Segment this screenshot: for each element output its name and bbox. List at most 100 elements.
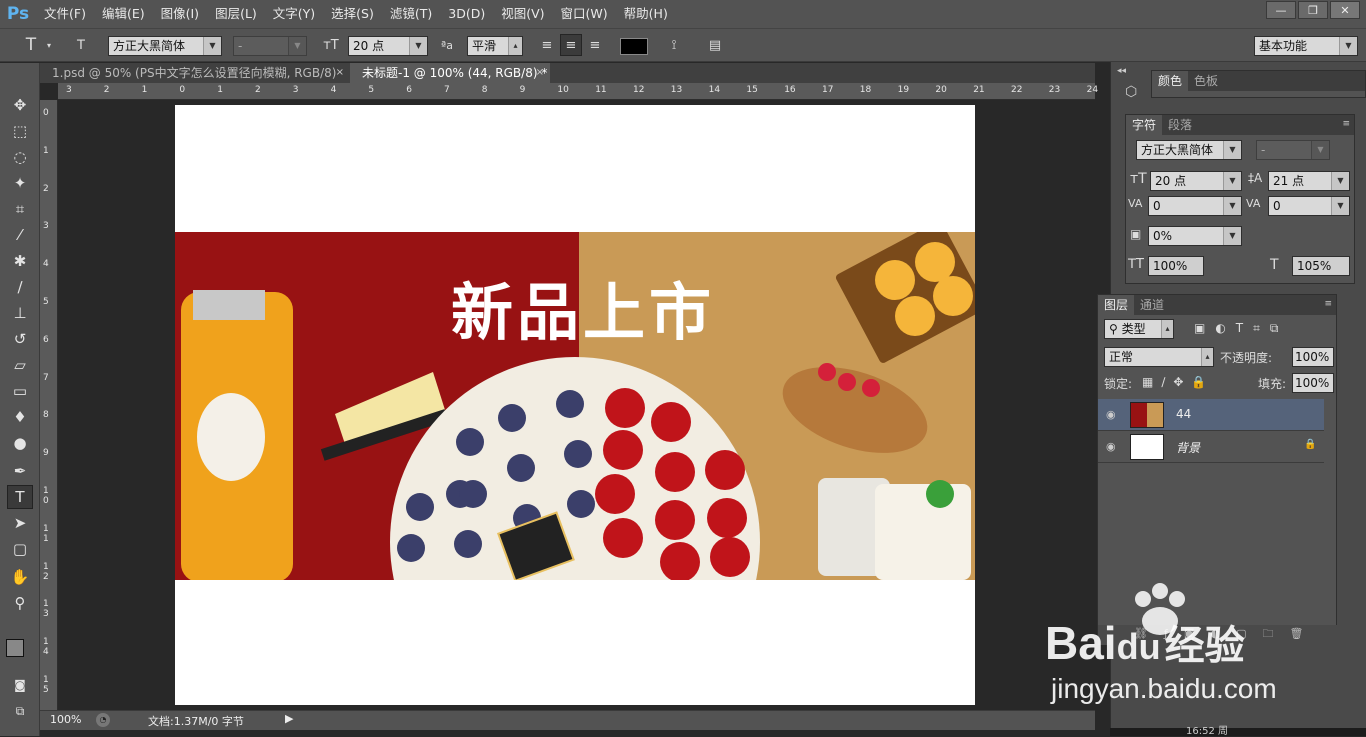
antialias-select[interactable]: 平滑 ▴ [467,36,523,56]
chevron-right-icon[interactable]: ▶ [285,712,293,725]
text-orientation-icon[interactable]: ꓔ [70,34,92,56]
shape-tool-icon[interactable]: ▢ [7,537,33,561]
headline-text[interactable]: 新品上市 [451,262,715,352]
crop-tool-icon[interactable]: ⌗ [7,197,33,221]
pen-tool-icon[interactable]: ✒ [7,459,33,483]
gradient-tool-icon[interactable]: ▭ [7,379,33,403]
brush-tool-icon[interactable]: ∕ [7,275,33,299]
close-icon[interactable]: × [536,63,544,83]
zoom-level[interactable]: 100% [50,713,81,726]
layer-filter-select[interactable]: ⚲ 类型 ▴ [1104,319,1174,339]
char-hscale-input[interactable]: 105% [1292,256,1350,276]
dodge-tool-icon[interactable]: ● [7,431,33,455]
warp-text-icon[interactable]: ⟟ [663,34,685,56]
blur-tool-icon[interactable]: ♦ [7,405,33,429]
menu-type[interactable]: 文字(Y) [265,0,323,28]
3d-icon[interactable]: ⬡ [1125,84,1137,100]
ruler-h-tick: 12 [633,85,645,95]
char-vscale-input[interactable]: 100% [1148,256,1204,276]
menu-window[interactable]: 窗口(W) [553,0,616,28]
type-tool-icon[interactable]: T [7,485,33,509]
align-right-icon[interactable]: ≡ [584,34,606,56]
tab-layers[interactable]: 图层 [1098,295,1135,315]
layer-row-background[interactable]: ◉ 背景 🔒 [1098,431,1324,463]
font-family-select[interactable]: 方正大黑简体 ▼ [108,36,222,56]
lock-icon: 🔒 [1304,439,1317,450]
lock-options-icons[interactable]: ▦∕✥🔒 [1142,375,1214,389]
chevron-down-icon[interactable]: ▾ [44,34,54,56]
stamp-tool-icon[interactable]: ⊥ [7,301,33,325]
screen-mode-icon[interactable]: ⧉ [7,699,33,723]
character-panel-icon[interactable]: ▤ [704,34,726,56]
font-size-select[interactable]: 20 点 ▼ [348,36,428,56]
layer-name[interactable]: 背景 [1176,439,1200,456]
char-tracking-select[interactable]: 0 ▼ [1268,196,1350,216]
document-canvas[interactable]: 新品上市 [175,105,975,705]
tab-paragraph[interactable]: 段落 [1162,115,1198,135]
eye-icon[interactable]: ◉ [1106,440,1116,453]
close-button[interactable]: ✕ [1330,1,1360,19]
menu-3d[interactable]: 3D(D) [440,0,493,28]
close-icon[interactable]: × [336,63,344,83]
collapse-icon[interactable]: ◂◂ [1117,66,1147,80]
char-size-select[interactable]: 20 点 ▼ [1150,171,1242,191]
ruler-h-tick: 0 [179,85,186,95]
magic-wand-tool-icon[interactable]: ✦ [7,171,33,195]
quick-mask-icon[interactable]: ◙ [7,673,33,697]
layer-filter-icons[interactable]: ▣◐T⌗⧉ [1194,321,1288,336]
align-center-icon[interactable]: ≡ [560,34,582,56]
layer-name[interactable]: 44 [1176,407,1191,421]
ruler-h-tick: 5 [368,85,375,95]
menu-layer[interactable]: 图层(L) [207,0,265,28]
document-tab-1[interactable]: 1.psd @ 50% (PS中文字怎么设置径向模糊, RGB/8) × [40,63,350,83]
menu-edit[interactable]: 编辑(E) [94,0,153,28]
history-brush-tool-icon[interactable]: ↺ [7,327,33,351]
fill-input[interactable]: 100% [1292,373,1334,393]
path-selection-tool-icon[interactable]: ➤ [7,511,33,535]
align-left-icon[interactable]: ≡ [536,34,558,56]
document-tab-2[interactable]: 未标题-1 @ 100% (44, RGB/8) * × [350,63,550,83]
chevron-updown-icon: ▴ [508,37,522,55]
text-color-swatch[interactable] [620,38,648,55]
menu-filter[interactable]: 滤镜(T) [382,0,440,28]
tab-color[interactable]: 颜色 [1152,71,1189,91]
eraser-tool-icon[interactable]: ▱ [7,353,33,377]
minimize-button[interactable]: — [1266,1,1296,19]
menu-file[interactable]: 文件(F) [36,0,94,28]
char-kerning-select[interactable]: 0 ▼ [1148,196,1242,216]
opacity-input[interactable]: 100% [1292,347,1334,367]
healing-brush-tool-icon[interactable]: ✱ [7,249,33,273]
menu-view[interactable]: 视图(V) [493,0,552,28]
menu-select[interactable]: 选择(S) [323,0,382,28]
hand-tool-icon[interactable]: ✋ [7,565,33,589]
eyedropper-tool-icon[interactable]: ⁄ [7,223,33,247]
lasso-tool-icon[interactable]: ◌ [7,145,33,169]
char-font-style-select[interactable]: - ▼ [1256,140,1330,160]
move-tool-icon[interactable]: ✥ [7,93,33,117]
char-leading-select[interactable]: 21 点 ▼ [1268,171,1350,191]
font-style-select[interactable]: - ▼ [233,36,307,56]
blend-mode-select[interactable]: 正常 ▴ [1104,347,1214,367]
eye-icon[interactable]: ◉ [1106,408,1116,421]
marquee-tool-icon[interactable]: ⬚ [7,119,33,143]
panel-menu-icon[interactable]: ≡ [1342,119,1350,129]
char-tsume-select[interactable]: 0% ▼ [1148,226,1242,246]
document-info[interactable]: 文档:1.37M/0 字节 [148,713,244,729]
type-tool-preset-icon[interactable]: T [20,34,42,56]
leading-icon: ‡A [1248,171,1263,185]
share-icon[interactable]: ◔ [96,713,110,727]
char-font-family-select[interactable]: 方正大黑简体 ▼ [1136,140,1242,160]
tab-channels[interactable]: 通道 [1134,295,1170,315]
workspace-select[interactable]: 基本功能 ▼ [1254,36,1358,56]
zoom-tool-icon[interactable]: ⚲ [7,591,33,615]
panel-menu-icon[interactable]: ≡ [1324,299,1332,309]
ruler-h-tick: 23 [1048,85,1061,95]
menu-help[interactable]: 帮助(H) [616,0,676,28]
menu-image[interactable]: 图像(I) [153,0,207,28]
restore-button[interactable]: ❐ [1298,1,1328,19]
tab-swatches[interactable]: 色板 [1188,71,1224,91]
watermark-suffix: 经验 [1164,624,1245,668]
foreground-color-swatch[interactable] [6,639,24,657]
tab-character[interactable]: 字符 [1126,115,1163,135]
layer-row-44[interactable]: ◉ 44 [1098,399,1324,431]
